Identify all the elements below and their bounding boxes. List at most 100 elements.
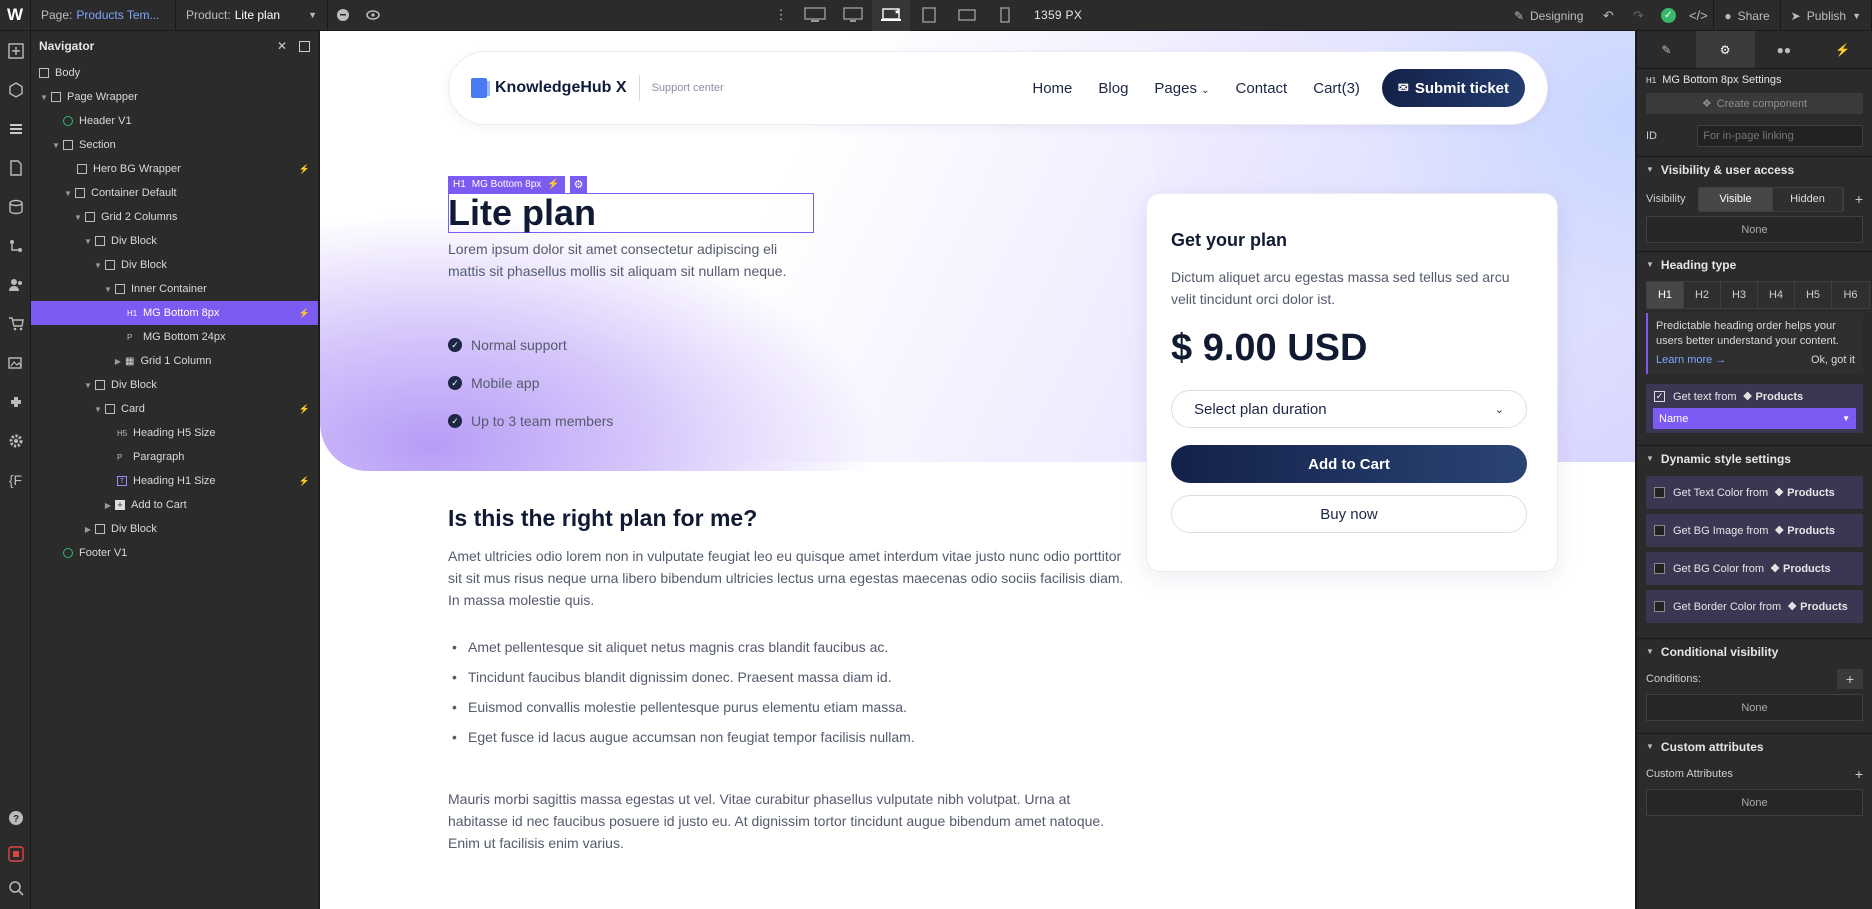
nav-link-home[interactable]: Home [1032,80,1072,97]
heading-level-h1[interactable]: H1 [1647,282,1684,308]
ecommerce-icon[interactable] [0,304,31,343]
nav-item-body[interactable]: Body [31,61,318,85]
logic-icon[interactable] [0,226,31,265]
dynamic-bg-image[interactable]: Get BG Image from ❖ Products [1646,514,1863,547]
nav-item-div-block[interactable]: ▶ Div Block [31,517,318,541]
heading-level-h2[interactable]: H2 [1684,282,1721,308]
element-settings-gear-icon[interactable]: ⚙ [570,176,587,193]
interactions-bolt-icon[interactable]: ⚡ [1813,31,1872,68]
nav-item-heading-h1-size[interactable]: T Heading H1 Size ⚡ [31,469,318,493]
checkbox[interactable] [1654,563,1665,574]
dynamic-border-color[interactable]: Get Border Color from ❖ Products [1646,590,1863,623]
nav-item-section[interactable]: ▼ Section [31,133,318,157]
help-icon[interactable]: ? [0,798,31,837]
page-heading[interactable]: Lite plan [448,193,596,233]
visibility-section-header[interactable]: ▼ Visibility & user access [1637,156,1872,182]
add-icon[interactable]: + [1855,191,1863,207]
close-icon[interactable]: ✕ [277,39,287,53]
selection-label[interactable]: H1 MG Bottom 8px ⚡ [448,176,565,193]
style-manager-drops-icon[interactable]: ●● [1755,31,1814,68]
heading-level-h5[interactable]: H5 [1795,282,1832,308]
heading-level-h6[interactable]: H6 [1832,282,1869,308]
breakpoint-desktop-large-icon[interactable] [796,0,834,31]
heading-level-h4[interactable]: H4 [1758,282,1795,308]
custom-attributes-section-header[interactable]: ▼ Custom attributes [1637,733,1872,759]
components-icon[interactable] [0,70,31,109]
product-selector[interactable]: Product: Lite plan ▼ [176,0,328,31]
more-vertical-icon[interactable]: ⋮ [766,0,796,31]
conditional-visibility-section-header[interactable]: ▼ Conditional visibility [1637,638,1872,664]
nav-item-footer-v1[interactable]: Footer V1 [31,541,318,565]
navigator-icon[interactable] [0,109,31,148]
plan-duration-select[interactable]: Select plan duration ⌄ [1171,390,1527,428]
nav-item-mg-bottom-24px[interactable]: P MG Bottom 24px [31,325,318,349]
settings-gear-icon[interactable]: ⚙ [1695,31,1755,68]
code-icon[interactable]: </> [1683,0,1713,31]
buy-now-button[interactable]: Buy now [1171,495,1527,533]
cms-icon[interactable] [0,187,31,226]
dynamic-style-section-header[interactable]: ▼ Dynamic style settings [1637,445,1872,471]
breakpoint-tablet-icon[interactable] [910,0,948,31]
nav-item-div-block[interactable]: ▼ Div Block [31,253,318,277]
ok-got-it-button[interactable]: Ok, got it [1811,353,1855,368]
dock-panel-icon[interactable] [299,40,310,52]
dynamic-bg-color[interactable]: Get BG Color from ❖ Products [1646,552,1863,585]
add-to-cart-button[interactable]: Add to Cart [1171,445,1527,483]
settings-icon[interactable] [0,421,31,460]
search-icon[interactable] [0,871,31,905]
nav-link-contact[interactable]: Contact [1236,80,1288,97]
nav-item-container-default[interactable]: ▼ Container Default [31,181,318,205]
variables-icon[interactable]: {F [0,460,31,499]
nav-item-add-to-cart[interactable]: ▶ + Add to Cart [31,493,318,517]
design-canvas[interactable]: KnowledgeHub X Support center Home Blog … [320,31,1635,909]
apps-icon[interactable] [0,382,31,421]
breakpoint-desktop-icon[interactable] [834,0,872,31]
learn-more-link[interactable]: Learn more → [1656,353,1726,368]
status-check-icon[interactable]: ✓ [1653,0,1683,31]
checkbox[interactable] [1654,487,1665,498]
nav-link-pages[interactable]: Pages ⌄ [1154,80,1209,97]
visible-option[interactable]: Visible [1699,187,1773,211]
nav-item-page-wrapper[interactable]: ▼ Page Wrapper [31,85,318,109]
comment-icon[interactable] [328,0,358,31]
page-selector[interactable]: Page: Products Tem... [31,0,176,31]
hero-paragraph[interactable]: Lorem ipsum dolor sit amet consectetur a… [448,238,818,282]
nav-item-div-block[interactable]: ▼ Div Block [31,373,318,397]
text-field-select[interactable]: Name ▼ [1653,408,1856,429]
webflow-logo[interactable]: W [0,0,31,31]
create-component-button[interactable]: ❖ Create component [1646,93,1863,114]
nav-item-paragraph[interactable]: P Paragraph [31,445,318,469]
nav-item-header-v1[interactable]: Header V1 [31,109,318,133]
nav-item-grid-2-columns[interactable]: ▼ Grid 2 Columns [31,205,318,229]
add-elements-icon[interactable] [0,31,31,70]
nav-item-grid-1-column[interactable]: ▶ ▦ Grid 1 Column [31,349,318,373]
assets-icon[interactable] [0,343,31,382]
undo-icon[interactable]: ↶ [1593,0,1623,31]
id-input[interactable] [1697,125,1863,147]
nav-item-card[interactable]: ▼ Card ⚡ [31,397,318,421]
brand-name[interactable]: KnowledgeHub X [495,79,627,97]
style-brush-icon[interactable]: ✎ [1637,31,1696,68]
dynamic-text-color[interactable]: Get Text Color from ❖ Products [1646,476,1863,509]
submit-ticket-button[interactable]: ✉ Submit ticket [1381,69,1525,107]
nav-item-hero-bg-wrapper[interactable]: Hero BG Wrapper ⚡ [31,157,318,181]
nav-link-blog[interactable]: Blog [1098,80,1128,97]
add-condition-icon[interactable]: + [1837,669,1863,689]
breakpoint-mobile-icon[interactable] [986,0,1024,31]
heading-level-h3[interactable]: H3 [1721,282,1758,308]
breakpoint-base-icon[interactable]: ★ [872,0,910,31]
heading-type-section-header[interactable]: ▼ Heading type [1637,251,1872,277]
record-icon[interactable] [0,837,31,871]
preview-eye-icon[interactable] [358,0,388,31]
hidden-option[interactable]: Hidden [1773,187,1843,211]
breakpoint-mobile-landscape-icon[interactable] [948,0,986,31]
pages-icon[interactable] [0,148,31,187]
nav-item-div-block[interactable]: ▼ Div Block [31,229,318,253]
checkbox[interactable] [1654,601,1665,612]
get-text-checkbox[interactable]: ✓ [1654,391,1665,402]
checkbox[interactable] [1654,525,1665,536]
mode-designing[interactable]: ✎ Designing [1504,0,1593,31]
users-icon[interactable] [0,265,31,304]
publish-button[interactable]: ➤ Publish ▼ [1781,0,1872,31]
nav-item-heading-h5-size[interactable]: H5 Heading H5 Size [31,421,318,445]
